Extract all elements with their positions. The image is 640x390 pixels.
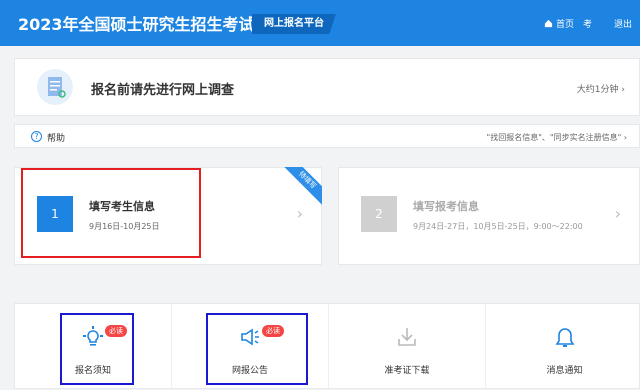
step-title-2: 填写报考信息 (413, 200, 479, 213)
status-ribbon-label: 待填写 (282, 167, 322, 207)
chevron-right-icon: › (621, 85, 625, 95)
app-title: 2023年全国硕士研究生招生考试 (18, 15, 255, 34)
tile-label: 消息通知 (546, 366, 583, 376)
home-icon (544, 19, 553, 28)
help-note-text: "找回报名信息"、"同步实名注册信息" (486, 133, 622, 142)
survey-time-label: 大约1分钟 (576, 85, 619, 95)
help-bar[interactable]: ? 帮助 "找回报名信息"、"同步实名注册信息" › (14, 124, 640, 148)
highlight-box-blue-2 (206, 313, 308, 385)
nav-exam-label: 考 (583, 20, 593, 30)
survey-text: 报名前请先进行网上调查 (91, 83, 235, 98)
survey-icon (37, 69, 73, 105)
nav-exam[interactable]: 考 (583, 17, 592, 30)
bell-icon (554, 326, 576, 354)
help-icon: ? (31, 131, 42, 142)
download-icon (396, 326, 418, 352)
survey-time: 大约1分钟 › (577, 82, 625, 95)
nav-exit-label: 退出 (614, 20, 633, 30)
step-dates-2: 9月24日-27日，10月5日-25日，9:00～22:00 (413, 222, 583, 231)
nav-exit[interactable]: 退出 (614, 17, 632, 30)
survey-banner[interactable]: 报名前请先进行网上调查 大约1分钟 › (14, 58, 640, 116)
top-header: 2023年全国硕士研究生招生考试 网上报名平台 首页 考 退出 (0, 0, 640, 46)
chevron-right-icon: › (623, 133, 627, 142)
step-number-2: 2 (361, 196, 397, 232)
highlight-box-blue-1 (60, 313, 134, 385)
highlight-box-red (21, 168, 201, 258)
tile-notifications[interactable]: 消息通知 (486, 304, 640, 390)
step-card-2[interactable]: 2 填写报考信息 9月24日-27日，10月5日-25日，9:00～22:00 … (338, 167, 640, 265)
chevron-right-icon: › (614, 204, 621, 223)
help-note: "找回报名信息"、"同步实名注册信息" › (487, 132, 627, 143)
nav-home[interactable]: 首页 (544, 17, 574, 30)
tile-label: 准考证下载 (384, 366, 430, 376)
help-label: 帮助 (47, 134, 66, 144)
status-ribbon: 待填写 (282, 167, 322, 207)
nav-home-label: 首页 (556, 20, 575, 30)
platform-badge: 网上报名平台 (252, 14, 336, 34)
tile-admission-download[interactable]: 准考证下载 (329, 304, 486, 390)
